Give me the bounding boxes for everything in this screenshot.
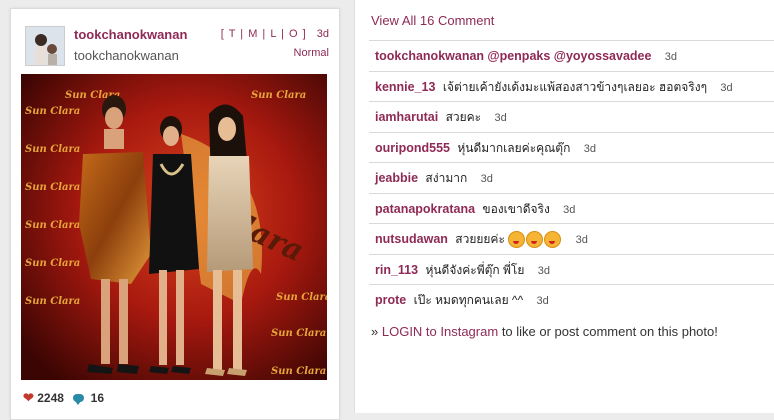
post-stats: ❤ 2248 16 <box>23 390 104 406</box>
share-links[interactable]: [ T | M | L | O ] 3d <box>221 28 329 40</box>
comment-username[interactable]: kennie_13 <box>375 80 435 94</box>
comment-text[interactable]: @penpaks @yoyossavadee <box>487 49 651 63</box>
comment-row: nutsudawan สวยยยค่ะ 3d <box>369 223 774 254</box>
login-prompt: » LOGIN to Instagram to like or post com… <box>371 324 718 339</box>
login-link[interactable]: LOGIN to Instagram <box>382 324 498 339</box>
comment-username[interactable]: rin_113 <box>375 263 418 277</box>
svg-text:Sun Clara: Sun Clara <box>25 182 80 193</box>
comment-time: 3d <box>583 142 596 155</box>
comment-text: สวยยยค่ะ <box>455 232 505 246</box>
filter-name: Normal <box>293 47 329 59</box>
svg-text:Sun Clara: Sun Clara <box>271 366 326 377</box>
comment-time: 3d <box>537 264 550 277</box>
comment-row: patanapokratana ของเขาดีจริง 3d <box>369 192 774 224</box>
comment-text: สง่ามาก <box>425 171 468 185</box>
comment-time: 3d <box>664 51 678 63</box>
comment-count: 16 <box>90 391 104 405</box>
like-count: 2248 <box>37 391 64 405</box>
emoji-icon <box>508 231 526 249</box>
svg-text:Sun Clara: Sun Clara <box>25 258 80 269</box>
emoji-icon <box>526 231 544 249</box>
svg-text:Sun Clara: Sun Clara <box>251 90 306 101</box>
login-suffix: to like or post comment on this photo! <box>501 324 718 339</box>
comment-row: prote เป๊ะ หมดทุกคนเลย ^^ 3d <box>369 284 774 315</box>
comment-bubble-icon[interactable] <box>73 394 85 405</box>
comment-username[interactable]: patanapokratana <box>375 202 475 216</box>
avatar[interactable] <box>25 26 65 66</box>
comment-row: kennie_13 เจ้ต่ายเค้ายังเด้งมะแพ้สองสาวข… <box>369 70 774 102</box>
comment-text: ของเขาดีจริง <box>482 201 550 216</box>
svg-text:Sun Clara: Sun Clara <box>25 296 80 307</box>
emoji-icon <box>544 231 562 249</box>
comment-row: ouripond555 หุ่นดีมากเลยค่ะคุณตุ๊ก 3d <box>369 131 774 163</box>
comment-row: iamharutai สวยคะ 3d <box>369 101 774 132</box>
post-photo[interactable]: Sun Clara Sun Clara Sun Clara Sun Clara Sun… <box>21 74 327 380</box>
photo-image: Sun Clara Sun Clara Sun Clara Sun Clara Sun… <box>21 74 327 380</box>
svg-text:Sun Clara: Sun Clara <box>25 106 80 117</box>
comment-time: 3d <box>720 81 733 94</box>
comment-time: 3d <box>480 173 493 185</box>
comments-panel: View All 16 Comment tookchanokwanan @pen… <box>354 0 774 413</box>
comment-row: jeabbie สง่ามาก 3d <box>369 162 774 193</box>
svg-text:Sun Clara: Sun Clara <box>25 220 80 231</box>
comment-time: 3d <box>536 295 549 307</box>
comment-username[interactable]: nutsudawan <box>375 232 448 246</box>
comment-time: 3d <box>563 203 576 216</box>
svg-text:Sun Clara: Sun Clara <box>271 328 326 339</box>
login-arrow: » <box>371 324 379 339</box>
comment-time: 3d <box>494 112 507 124</box>
comment-row: tookchanokwanan @penpaks @yoyossavadee 3… <box>369 40 774 71</box>
comment-username[interactable]: ouripond555 <box>375 141 450 155</box>
post-username[interactable]: tookchanokwanan <box>74 27 187 42</box>
comment-username[interactable]: tookchanokwanan <box>375 49 484 63</box>
comment-list: tookchanokwanan @penpaks @yoyossavadee 3… <box>369 40 774 315</box>
heart-icon[interactable]: ❤ <box>23 390 34 405</box>
comment-text: หุ่นดีจังค่ะพี่ตุ๊ก พี่โย <box>425 262 525 277</box>
comment-username[interactable]: prote <box>375 293 406 307</box>
comment-text: สวยคะ <box>445 110 482 124</box>
svg-text:Sun Clara: Sun Clara <box>25 144 80 155</box>
share-links-label[interactable]: [ T | M | L | O ] <box>221 28 307 40</box>
comment-username[interactable]: iamharutai <box>375 110 438 124</box>
svg-text:Sun Clara: Sun Clara <box>276 292 327 303</box>
view-all-comments-link[interactable]: View All 16 Comment <box>371 13 494 28</box>
comment-text: หุ่นดีมากเลยค่ะคุณตุ๊ก <box>457 140 571 155</box>
comment-username[interactable]: jeabbie <box>375 171 418 185</box>
post-age: 3d <box>316 28 329 40</box>
comment-row: rin_113 หุ่นดีจังค่ะพี่ตุ๊ก พี่โย 3d <box>369 253 774 285</box>
post-fullname: tookchanokwanan <box>74 48 179 63</box>
comment-time: 3d <box>575 234 588 246</box>
comment-text: เป๊ะ หมดทุกคนเลย ^^ <box>413 293 524 307</box>
avatar-image <box>26 27 64 65</box>
comment-text: เจ้ต่ายเค้ายังเด้งมะแพ้สองสาวข้างๆเลยอะ … <box>442 79 708 94</box>
post-card: tookchanokwanan tookchanokwanan [ T | M … <box>10 8 340 420</box>
